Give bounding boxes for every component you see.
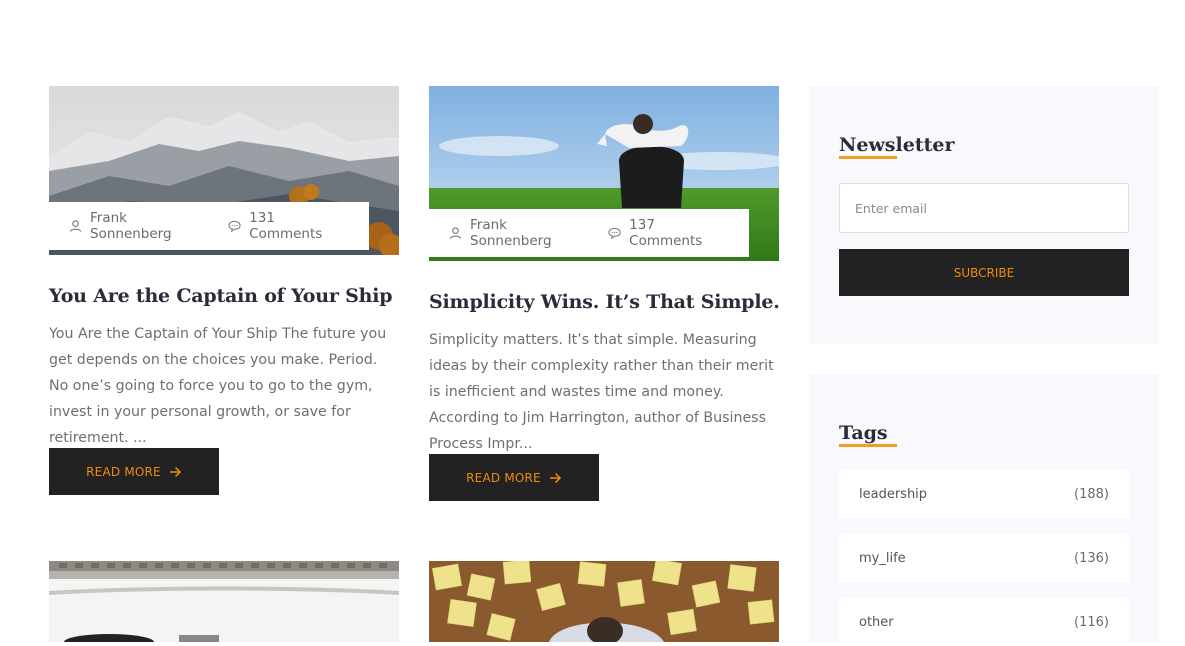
tag-name: my_life: [859, 550, 906, 566]
post-card: Frank Sonnenberg 131 Comments You Are th…: [49, 86, 399, 506]
title-underline: [839, 444, 897, 447]
tag-count: (116): [1074, 614, 1109, 630]
post-author[interactable]: Frank Sonnenberg: [449, 217, 584, 249]
subscribe-button[interactable]: SUBCRIBE: [839, 249, 1129, 296]
tags-title-text: Tags: [839, 422, 888, 444]
user-icon: [69, 220, 82, 232]
post-comments-count: 131 Comments: [249, 210, 323, 242]
post-card: Frank Sonnenberg 137 Comments Simplicity…: [429, 86, 780, 506]
tag-item-other[interactable]: other (116): [839, 598, 1129, 646]
post-meta: Frank Sonnenberg 131 Comments: [49, 202, 369, 250]
newsletter-title-text: Newsletter: [839, 134, 955, 156]
post-title[interactable]: Simplicity Wins. It’s That Simple.: [429, 291, 780, 313]
post-image-sticky-notes[interactable]: [429, 561, 779, 642]
read-more-button[interactable]: READ MORE: [429, 454, 599, 501]
post-comments[interactable]: 137 Comments: [608, 217, 725, 249]
email-field[interactable]: [839, 183, 1129, 233]
tag-item-leadership[interactable]: leadership (188): [839, 470, 1129, 518]
post-author-name: Frank Sonnenberg: [90, 210, 172, 242]
post-meta: Frank Sonnenberg 137 Comments: [429, 209, 749, 257]
post-comments-count: 137 Comments: [629, 217, 703, 249]
newsletter-title: Newsletter: [839, 134, 955, 159]
post-excerpt: You Are the Captain of Your Ship The fut…: [49, 326, 387, 446]
tag-item-my-life[interactable]: my_life (136): [839, 534, 1129, 582]
tag-name: leadership: [859, 486, 928, 502]
arrow-right-icon: [549, 472, 561, 483]
post-title[interactable]: You Are the Captain of Your Ship: [49, 285, 399, 307]
title-underline: [839, 156, 897, 159]
read-more-button[interactable]: READ MORE: [49, 448, 219, 495]
newsletter-widget: Newsletter SUBCRIBE: [809, 86, 1159, 344]
post-excerpt: Simplicity matters. It’s that simple. Me…: [429, 332, 774, 452]
post-card: [49, 561, 399, 642]
post-comments[interactable]: 131 Comments: [228, 210, 345, 242]
tag-name: other: [859, 614, 894, 630]
post-author-name: Frank Sonnenberg: [470, 217, 552, 249]
tags-title: Tags: [839, 422, 897, 447]
tag-count: (188): [1074, 486, 1109, 502]
tags-widget: Tags leadership (188) my_life (136) othe…: [809, 374, 1159, 646]
read-more-label: READ MORE: [466, 470, 541, 485]
comment-icon: [608, 227, 621, 239]
read-more-label: READ MORE: [86, 464, 161, 479]
comment-icon: [228, 220, 241, 232]
post-card: [429, 561, 779, 642]
post-author[interactable]: Frank Sonnenberg: [69, 210, 204, 242]
tag-count: (136): [1074, 550, 1109, 566]
arrow-right-icon: [169, 466, 181, 477]
post-image-keyboard[interactable]: [49, 561, 399, 642]
user-icon: [449, 227, 462, 239]
